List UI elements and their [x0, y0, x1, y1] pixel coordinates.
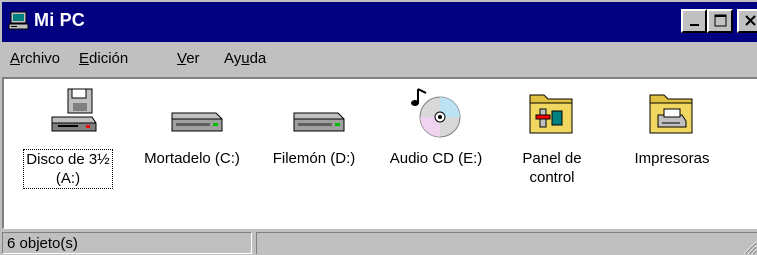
drive-label: Disco de 3½ (A:) — [8, 149, 128, 189]
hard-drive-icon — [293, 112, 345, 132]
window-title: Mi PC — [34, 10, 86, 30]
audio-cd-icon — [411, 88, 461, 138]
drive-item-c[interactable]: Mortadelo (C:) — [132, 79, 252, 219]
resize-grip-icon[interactable] — [741, 239, 757, 255]
maximize-button[interactable] — [707, 9, 733, 33]
minimize-icon — [690, 24, 699, 26]
status-pane-count: 6 objeto(s) — [2, 232, 252, 254]
folder-label: Impresoras — [634, 150, 710, 167]
maximize-icon — [714, 14, 727, 27]
my-computer-window: Mi PC Archivo Edición Ver Ayuda Disco de… — [0, 0, 757, 255]
drive-label: Audio CD (E:) — [389, 150, 483, 167]
minimize-button[interactable] — [681, 9, 707, 33]
folder-label: Panel de control — [522, 150, 582, 186]
items-view[interactable]: Disco de 3½ (A:) Mortadelo (C:) Filemón (… — [2, 77, 757, 229]
drive-item-floppy[interactable]: Disco de 3½ (A:) — [8, 79, 128, 219]
close-button[interactable] — [737, 9, 757, 33]
menu-archivo[interactable]: Archivo — [10, 50, 60, 67]
drive-label: Mortadelo (C:) — [144, 150, 240, 167]
drive-item-audio-cd[interactable]: Audio CD (E:) — [376, 79, 496, 219]
drive-label: Filemón (D:) — [272, 150, 356, 167]
floppy-drive-icon — [51, 88, 97, 132]
object-count: 6 objeto(s) — [7, 235, 78, 252]
folder-item-printers[interactable]: Impresoras — [612, 79, 732, 219]
folder-item-control-panel[interactable]: Panel de control — [492, 79, 612, 219]
printers-folder-icon — [649, 94, 693, 134]
status-pane-empty — [256, 232, 757, 254]
status-bar: 6 objeto(s) — [0, 231, 757, 255]
title-bar[interactable]: Mi PC — [2, 2, 757, 42]
computer-icon — [8, 11, 29, 30]
close-icon — [745, 15, 756, 26]
menu-bar: Archivo Edición Ver Ayuda — [0, 44, 757, 74]
menu-ver[interactable]: Ver — [177, 50, 200, 67]
menu-ayuda[interactable]: Ayuda — [224, 50, 266, 67]
hard-drive-icon — [171, 112, 223, 132]
drive-item-d[interactable]: Filemón (D:) — [254, 79, 374, 219]
control-panel-folder-icon — [529, 94, 573, 134]
menu-edicion[interactable]: Edición — [79, 50, 128, 67]
